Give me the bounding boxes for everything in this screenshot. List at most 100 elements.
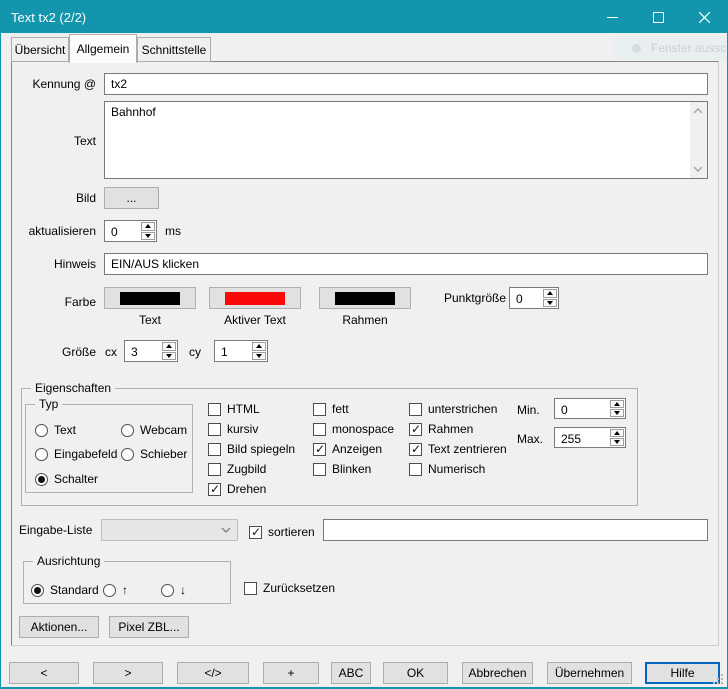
fenster-ausschneiden-button[interactable]: Fenster ausschn [614,36,728,60]
bottom-button-abc[interactable]: ABC [331,662,371,684]
typ-radio-eingabefeld[interactable]: Eingabefeld [35,446,117,462]
farbe-button-aktiver-text[interactable] [209,287,301,309]
tab-schnittstelle[interactable]: Schnittstelle [137,37,211,62]
spin-down-icon[interactable] [141,232,155,241]
typ-radio-schieber[interactable]: Schieber [121,446,187,462]
checkbox-icon [313,463,326,476]
bottom-button-[interactable]: + [263,662,319,684]
radio-label: Webcam [140,423,187,437]
pixel-zbl-button[interactable]: Pixel ZBL... [109,616,189,638]
checkbox-icon [208,463,221,476]
radio-icon [121,424,134,437]
checkbox-icon [244,582,257,595]
zuruecksetzen-label: Zurücksetzen [263,581,335,595]
spin-down-icon[interactable] [252,352,266,361]
checkbox-anzeigen[interactable]: Anzeigen [313,439,394,459]
checkbox-label: monospace [332,422,394,436]
checkbox-icon [409,403,422,416]
cy-label: cy [189,345,201,359]
kennung-input[interactable] [104,73,708,95]
farbe-button-rahmen[interactable] [319,287,411,309]
window-title: Text tx2 (2/2) [11,10,86,25]
checkbox-label: kursiv [227,422,258,436]
checkbox-rahmen[interactable]: Rahmen [409,419,507,439]
spin-up-icon[interactable] [162,342,176,351]
aktionen-button[interactable]: Aktionen... [19,616,99,638]
spin-down-icon[interactable] [162,352,176,361]
minimize-icon [607,12,618,23]
spin-down-icon[interactable] [610,409,624,417]
radio-icon [31,584,44,597]
bild-browse-button[interactable]: ... [104,187,159,209]
checkbox-monospace[interactable]: monospace [313,419,394,439]
farbe-button-text[interactable] [104,287,196,309]
cx-spinner[interactable]: 3 [124,340,178,362]
punktgroesse-spinner[interactable]: 0 [509,287,559,309]
ausrichtung-radio-standard[interactable]: Standard [31,582,99,598]
radio-icon [103,584,116,597]
cy-spinner[interactable]: 1 [214,340,268,362]
spin-up-icon[interactable] [610,400,624,408]
bottom-button-[interactable]: > [93,662,163,684]
sortieren-checkbox[interactable]: sortieren [249,522,315,542]
checkbox-numerisch[interactable]: Numerisch [409,459,507,479]
min-spinner[interactable]: 0 [554,398,626,419]
kennung-label: Kennung @ [17,77,96,91]
ausrichtung-radio-↓[interactable]: ↓ [161,582,186,598]
checkbox-icon [313,423,326,436]
typ-groupbox: Typ TextWebcamEingabefeldSchieberSchalte… [25,404,193,493]
bottom-button-[interactable]: </> [177,662,249,684]
radio-icon [35,448,48,461]
eingabe-liste-input[interactable] [323,519,708,541]
checkbox-blinken[interactable]: Blinken [313,459,394,479]
checkbox-label: Numerisch [428,462,485,476]
minimize-button[interactable] [589,1,635,33]
hinweis-input[interactable] [104,253,708,275]
maximize-button[interactable] [635,1,681,33]
typ-radio-webcam[interactable]: Webcam [121,422,187,438]
checkbox-html[interactable]: HTML [208,399,295,419]
spin-down-icon[interactable] [543,299,557,308]
spin-down-icon[interactable] [610,438,624,446]
ausrichtung-title: Ausrichtung [33,554,104,568]
zuruecksetzen-checkbox[interactable]: Zurücksetzen [244,578,335,598]
bottom-button-abbrechen[interactable]: Abbrechen [462,662,533,684]
aktualisieren-spinner[interactable]: 0 [104,220,157,242]
close-button[interactable] [681,1,727,33]
typ-radio-text[interactable]: Text [35,422,76,438]
bottom-button-ok[interactable]: OK [383,662,448,684]
typ-radio-schalter[interactable]: Schalter [35,471,98,487]
resize-grip[interactable] [721,682,723,684]
checkbox-label: fett [332,402,349,416]
bottom-button-hilfe[interactable]: Hilfe [645,662,720,684]
spin-up-icon[interactable] [141,222,155,231]
spin-up-icon[interactable] [543,289,557,298]
text-textarea[interactable]: Bahnhof [104,101,708,179]
checkbox-text-zentrieren[interactable]: Text zentrieren [409,439,507,459]
eingabe-liste-dropdown[interactable] [101,519,238,541]
checkbox-zugbild[interactable]: Zugbild [208,459,295,479]
scroll-up-icon [693,108,703,114]
scroll-down-icon [693,166,703,172]
checkbox-kursiv[interactable]: kursiv [208,419,295,439]
bottom-button-[interactable]: < [9,662,79,684]
text-label: Text [17,134,96,148]
spin-up-icon[interactable] [252,342,266,351]
radio-icon [121,448,134,461]
max-spinner[interactable]: 255 [554,427,626,448]
checkbox-fett[interactable]: fett [313,399,394,419]
textarea-scrollbar[interactable] [690,102,707,178]
spin-up-icon[interactable] [610,429,624,437]
checkbox-drehen[interactable]: Drehen [208,479,295,499]
checkbox-unterstrichen[interactable]: unterstrichen [409,399,507,419]
close-icon [699,12,710,23]
tab-übersicht[interactable]: Übersicht [11,37,69,62]
farbe-swatch-label: Rahmen [319,313,411,327]
ausrichtung-radio-↑[interactable]: ↑ [103,582,128,598]
tab-allgemein[interactable]: Allgemein [69,34,137,63]
bottom-button-bernehmen[interactable]: Übernehmen [547,662,632,684]
checkbox-label: Text zentrieren [428,442,507,456]
checkbox-bild-spiegeln[interactable]: Bild spiegeln [208,439,295,459]
cx-label: cx [105,345,117,359]
max-value: 255 [555,428,609,447]
